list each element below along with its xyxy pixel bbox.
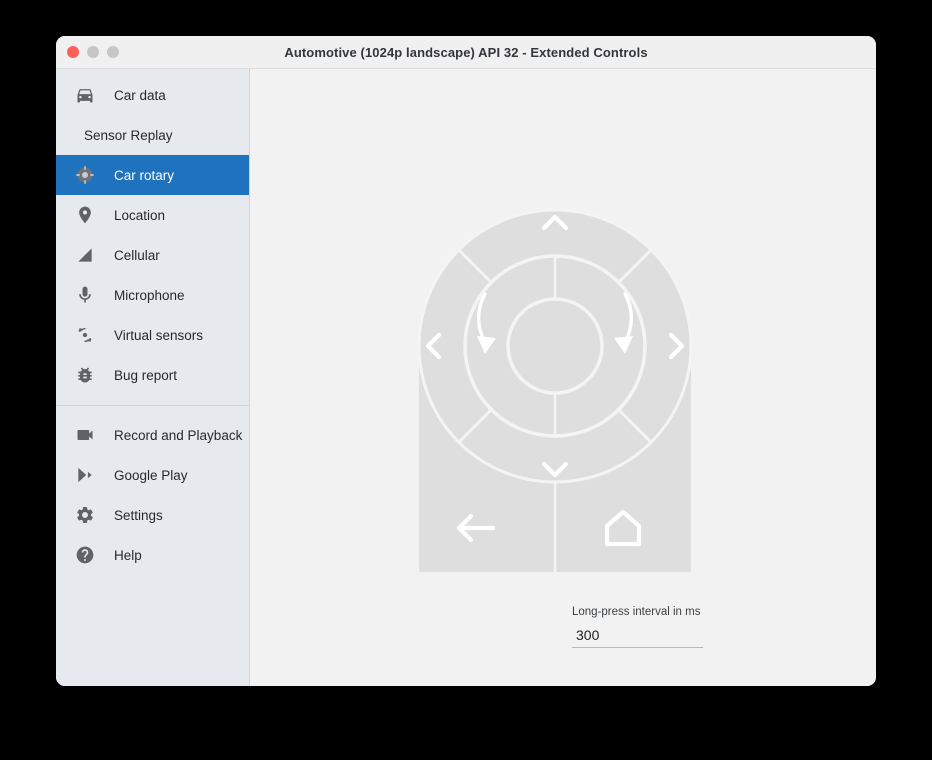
sidebar-item-help[interactable]: Help xyxy=(56,535,249,575)
main-content: Long-press interval in ms xyxy=(250,69,876,686)
sidebar-item-label: Cellular xyxy=(114,248,160,263)
close-window-button[interactable] xyxy=(67,46,79,58)
sidebar-item-label: Settings xyxy=(114,508,163,523)
sidebar-item-label: Bug report xyxy=(114,368,177,383)
sidebar-item-label: Virtual sensors xyxy=(114,328,203,343)
long-press-interval-input[interactable] xyxy=(572,627,703,648)
sidebar-item-microphone[interactable]: Microphone xyxy=(56,275,249,315)
car-icon xyxy=(74,84,96,106)
sidebar-item-google-play[interactable]: Google Play xyxy=(56,455,249,495)
extended-controls-window: Automotive (1024p landscape) API 32 - Ex… xyxy=(56,36,876,686)
gear-icon xyxy=(74,504,96,526)
sidebar-item-virtual-sensors[interactable]: Virtual sensors xyxy=(56,315,249,355)
sidebar-item-label: Car data xyxy=(114,88,166,103)
sidebar-item-label: Location xyxy=(114,208,165,223)
bug-icon xyxy=(74,364,96,386)
rotary-icon xyxy=(74,164,96,186)
sidebar-item-location[interactable]: Location xyxy=(56,195,249,235)
traffic-light-group xyxy=(67,36,119,68)
sidebar-nav: Car data Sensor Replay Car rotary xyxy=(56,69,250,686)
video-camera-icon xyxy=(74,424,96,446)
sidebar-item-label: Microphone xyxy=(114,288,185,303)
sidebar-item-record-and-playback[interactable]: Record and Playback xyxy=(56,415,249,455)
sidebar-item-settings[interactable]: Settings xyxy=(56,495,249,535)
window-body: Car data Sensor Replay Car rotary xyxy=(56,69,876,686)
car-rotary-controller[interactable] xyxy=(415,206,695,576)
sidebar-item-label: Google Play xyxy=(114,468,188,483)
sidebar-item-label: Car rotary xyxy=(114,168,174,183)
virtual-sensors-icon xyxy=(74,324,96,346)
sidebar-item-car-rotary[interactable]: Car rotary xyxy=(56,155,249,195)
sidebar-item-label: Record and Playback xyxy=(114,428,242,443)
long-press-interval-field: Long-press interval in ms xyxy=(572,606,702,648)
microphone-icon xyxy=(74,284,96,306)
sidebar-item-sensor-replay[interactable]: Sensor Replay xyxy=(56,115,249,155)
window-titlebar[interactable]: Automotive (1024p landscape) API 32 - Ex… xyxy=(56,36,876,69)
sidebar-divider xyxy=(56,405,249,406)
cellular-signal-icon xyxy=(74,244,96,266)
long-press-interval-label: Long-press interval in ms xyxy=(572,606,702,618)
sidebar-item-car-data[interactable]: Car data xyxy=(56,75,249,115)
help-circle-icon xyxy=(74,544,96,566)
maximize-window-button[interactable] xyxy=(107,46,119,58)
window-title: Automotive (1024p landscape) API 32 - Ex… xyxy=(56,45,876,60)
google-play-icon xyxy=(74,464,96,486)
location-pin-icon xyxy=(74,204,96,226)
sidebar-item-bug-report[interactable]: Bug report xyxy=(56,355,249,395)
minimize-window-button[interactable] xyxy=(87,46,99,58)
sidebar-item-label: Help xyxy=(114,548,142,563)
sidebar-item-cellular[interactable]: Cellular xyxy=(56,235,249,275)
sidebar-item-label: Sensor Replay xyxy=(84,128,173,143)
